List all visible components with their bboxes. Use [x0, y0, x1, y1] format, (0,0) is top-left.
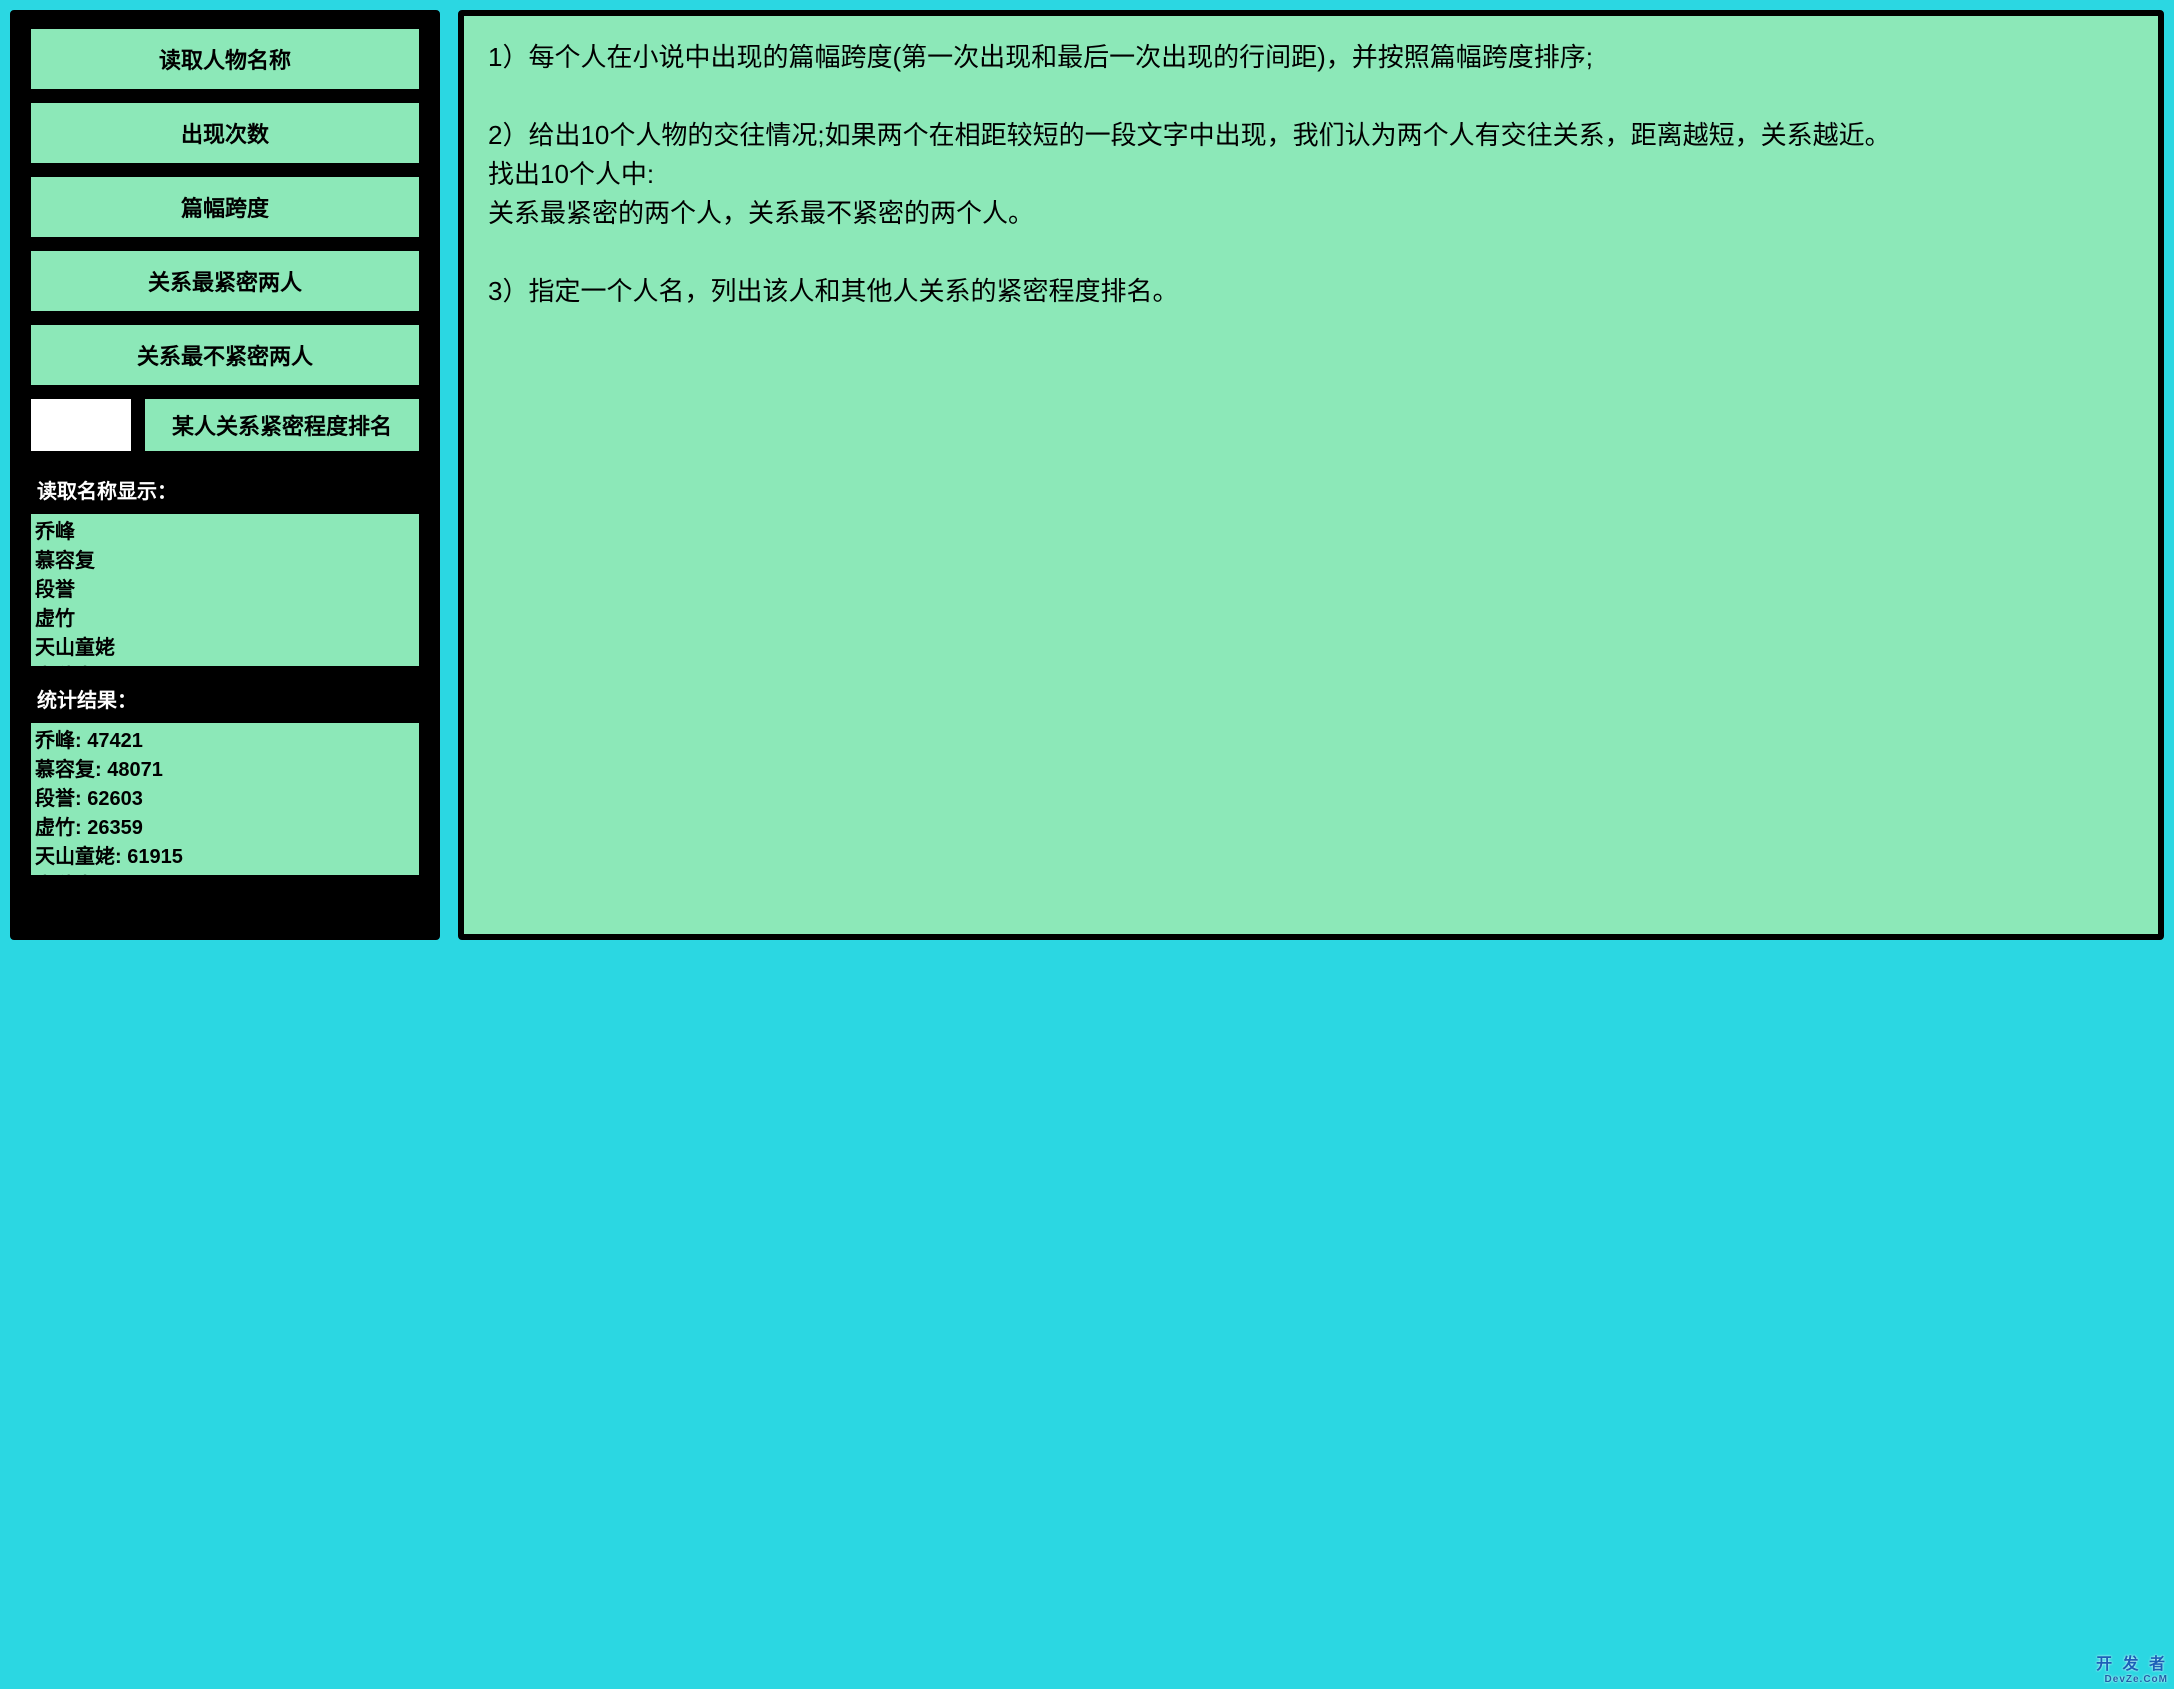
watermark-sub: DevZe.CoM	[2096, 1674, 2168, 1685]
span-button[interactable]: 篇幅跨度	[31, 177, 419, 237]
description-panel: 1）每个人在小说中出现的篇幅跨度(第一次出现和最后一次出现的行间距)，并按照篇幅…	[458, 10, 2164, 940]
control-panel: 读取人物名称 出现次数 篇幅跨度 关系最紧密两人 关系最不紧密两人 某人关系紧密…	[10, 10, 440, 940]
watermark-main: 开 发 者	[2096, 1656, 2168, 1673]
description-text: 1）每个人在小说中出现的篇幅跨度(第一次出现和最后一次出现的行间距)，并按照篇幅…	[488, 38, 2134, 311]
stats-list[interactable]: 乔峰: 47421慕容复: 48071段誉: 62603虚竹: 26359天山童…	[31, 723, 419, 875]
read-names-button[interactable]: 读取人物名称	[31, 29, 419, 89]
farthest-pair-button[interactable]: 关系最不紧密两人	[31, 325, 419, 385]
person-name-input[interactable]	[31, 399, 131, 451]
count-button[interactable]: 出现次数	[31, 103, 419, 163]
rank-button[interactable]: 某人关系紧密程度排名	[145, 399, 419, 451]
stats-header: 统计结果：	[37, 684, 419, 713]
list-item[interactable]: 天山童姥: 61915	[33, 843, 417, 872]
list-item[interactable]: 李秋水: 13028	[33, 872, 417, 875]
names-list[interactable]: 乔峰慕容复段誉虚竹天山童姥李秋水	[31, 514, 419, 666]
list-item[interactable]: 慕容复: 48071	[33, 756, 417, 785]
names-header: 读取名称显示：	[37, 475, 419, 504]
list-item[interactable]: 天山童姥	[33, 634, 417, 663]
list-item[interactable]: 虚竹: 26359	[33, 814, 417, 843]
list-item[interactable]: 乔峰	[33, 518, 417, 547]
watermark: 开 发 者 DevZe.CoM	[2096, 1650, 2168, 1685]
list-item[interactable]: 段誉: 62603	[33, 785, 417, 814]
list-item[interactable]: 虚竹	[33, 605, 417, 634]
list-item[interactable]: 段誉	[33, 576, 417, 605]
closest-pair-button[interactable]: 关系最紧密两人	[31, 251, 419, 311]
list-item[interactable]: 慕容复	[33, 547, 417, 576]
list-item[interactable]: 李秋水	[33, 663, 417, 666]
rank-row: 某人关系紧密程度排名	[31, 399, 419, 451]
list-item[interactable]: 乔峰: 47421	[33, 727, 417, 756]
